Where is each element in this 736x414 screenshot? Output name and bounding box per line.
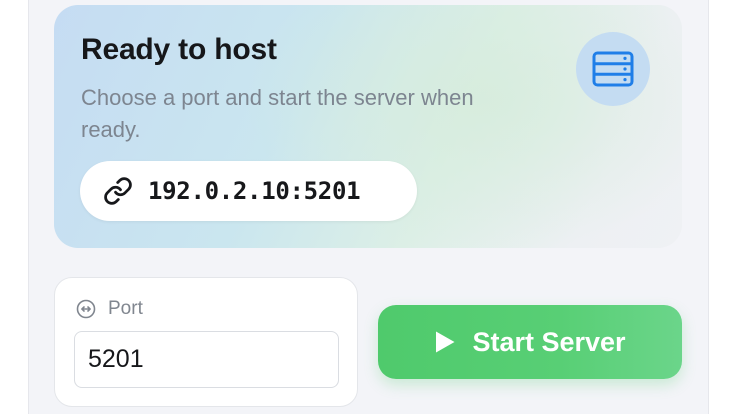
hero-subtitle: Choose a port and start the server when … bbox=[81, 85, 474, 142]
port-label-row: Port bbox=[75, 298, 143, 320]
server-address: 192.0.2.10:5201 bbox=[148, 177, 361, 205]
hero-title: Ready to host bbox=[81, 33, 277, 66]
port-card: Port bbox=[54, 277, 358, 407]
link-icon bbox=[102, 175, 134, 207]
start-server-button[interactable]: Start Server bbox=[378, 305, 682, 379]
host-status-card: Ready to host Choose a port and start th… bbox=[54, 5, 682, 248]
server-icon bbox=[576, 32, 650, 106]
start-server-label: Start Server bbox=[472, 326, 626, 357]
server-address-pill[interactable]: 192.0.2.10:5201 bbox=[80, 161, 417, 221]
play-icon bbox=[434, 329, 458, 355]
port-label: Port bbox=[108, 298, 143, 319]
port-input[interactable] bbox=[74, 331, 339, 388]
arrows-horizontal-icon bbox=[75, 298, 97, 320]
